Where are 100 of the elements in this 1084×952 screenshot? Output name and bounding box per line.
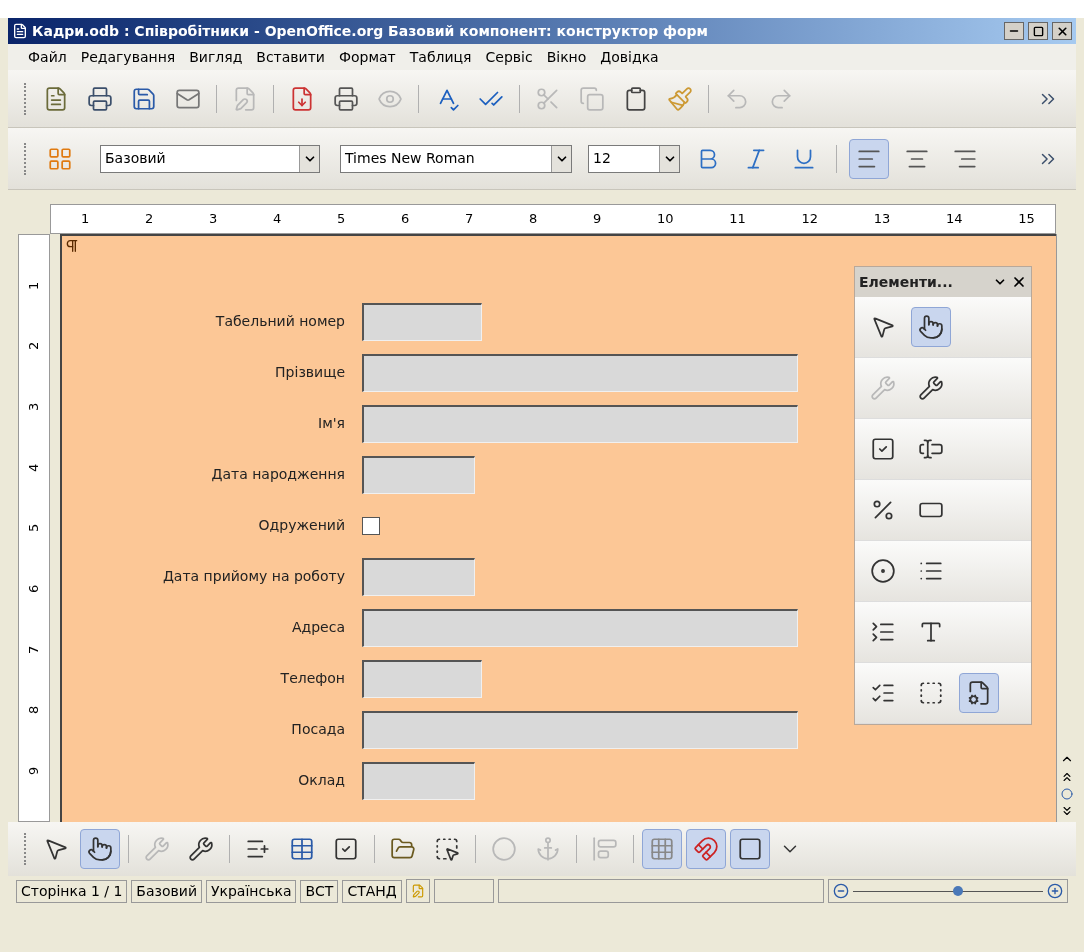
menu-item[interactable]: Вікно bbox=[546, 46, 587, 68]
ruler-number: 11 bbox=[729, 210, 746, 229]
close-icon bbox=[1011, 274, 1027, 290]
close-button[interactable] bbox=[1011, 274, 1027, 290]
ruler-number: 8 bbox=[25, 705, 43, 715]
zoom-out-icon bbox=[833, 883, 849, 899]
ruler-number: 12 bbox=[801, 210, 819, 229]
grid-icon bbox=[649, 836, 675, 862]
font-dropdown[interactable]: Times New Roman bbox=[340, 144, 572, 173]
panel-title: Елементи... bbox=[859, 272, 954, 292]
table-icon bbox=[289, 836, 315, 862]
checkbox[interactable] bbox=[362, 516, 380, 535]
menu-item[interactable]: Формат bbox=[338, 46, 396, 68]
field-label: Оклад bbox=[297, 771, 346, 790]
field-label: Ім'я bbox=[317, 414, 346, 433]
guides-icon bbox=[737, 836, 763, 862]
tools-icon bbox=[188, 836, 214, 862]
ruler-number: 6 bbox=[25, 584, 43, 593]
text-field[interactable] bbox=[362, 455, 475, 494]
field-label: Посада bbox=[290, 720, 346, 739]
status-field bbox=[433, 879, 494, 903]
ruler-number: 3 bbox=[209, 210, 218, 229]
size-dropdown[interactable]: 12 bbox=[588, 144, 680, 173]
style-dropdown[interactable]: Базовий bbox=[100, 144, 320, 173]
ruler-number: 4 bbox=[25, 463, 43, 472]
text-field[interactable] bbox=[362, 761, 475, 800]
copy-icon bbox=[579, 85, 605, 112]
activation-order-icon bbox=[333, 836, 359, 862]
form-navigator-button[interactable] bbox=[959, 673, 999, 713]
field-label: Телефон bbox=[279, 669, 346, 688]
open-folder-icon bbox=[390, 836, 416, 862]
text-field[interactable] bbox=[362, 353, 798, 392]
ruler-number: 1 bbox=[81, 210, 90, 229]
field-label: Прізвище bbox=[274, 363, 346, 382]
ruler-number: 1 bbox=[25, 281, 43, 290]
zoom-thumb[interactable] bbox=[952, 885, 963, 896]
text-field[interactable] bbox=[362, 659, 482, 698]
export-pdf-icon bbox=[289, 85, 315, 112]
maximize-button[interactable] bbox=[1028, 22, 1048, 40]
text-field[interactable] bbox=[362, 302, 482, 341]
menu-item[interactable]: Редагування bbox=[80, 46, 176, 68]
save-icon bbox=[131, 85, 157, 112]
insert-mode: ВСТ bbox=[300, 879, 339, 903]
ruler-number: 10 bbox=[657, 210, 674, 229]
select-area-icon bbox=[434, 836, 460, 862]
document-modified-icon bbox=[405, 879, 430, 903]
label-icon bbox=[918, 619, 944, 645]
ruler-number: 6 bbox=[401, 210, 410, 229]
design-mode-button[interactable] bbox=[911, 307, 951, 347]
snap-button[interactable] bbox=[686, 829, 726, 869]
menu-item[interactable]: Сервіс bbox=[485, 46, 533, 68]
edit-file-icon bbox=[232, 85, 258, 112]
ruler-number: 9 bbox=[25, 766, 43, 775]
tools-icon bbox=[918, 375, 944, 401]
menu-item[interactable]: Вигляд bbox=[189, 46, 243, 68]
new-document-icon bbox=[43, 85, 69, 112]
field-label: Адреса bbox=[290, 618, 346, 637]
text-box-icon bbox=[918, 436, 944, 462]
paste-icon bbox=[623, 85, 649, 112]
menu-item[interactable]: Довідка bbox=[600, 46, 659, 68]
design-mode-button[interactable] bbox=[80, 829, 120, 869]
document-icon bbox=[12, 23, 28, 39]
ruler-number: 2 bbox=[25, 341, 43, 351]
snap-icon bbox=[693, 836, 719, 862]
text-field[interactable] bbox=[362, 557, 475, 596]
form-navigator-icon bbox=[966, 680, 992, 706]
field-label: Одружений bbox=[257, 516, 346, 535]
anchor-icon bbox=[535, 836, 561, 862]
field-label: Дата прийому на роботу bbox=[161, 567, 346, 586]
wizard-icon bbox=[870, 375, 896, 401]
ruler-number: 13 bbox=[873, 210, 891, 229]
wizard-icon bbox=[144, 836, 170, 862]
printer-icon bbox=[87, 85, 113, 112]
combo-box-icon bbox=[870, 619, 896, 645]
ruler-number: 2 bbox=[145, 210, 154, 229]
ruler-number: 7 bbox=[465, 210, 474, 229]
zoom-slider[interactable] bbox=[828, 879, 1068, 903]
menu-item[interactable]: Таблиця bbox=[409, 46, 472, 68]
field-label: Дата народження bbox=[210, 465, 346, 484]
menu-item[interactable]: Файл bbox=[28, 46, 67, 68]
page-style: Базовий bbox=[131, 879, 202, 903]
menu-item[interactable]: Вставити bbox=[256, 46, 325, 68]
design-mode-icon bbox=[918, 314, 944, 340]
close-button[interactable] bbox=[1052, 22, 1072, 40]
field-label: Табельний номер bbox=[214, 312, 346, 331]
text-field[interactable] bbox=[362, 710, 798, 749]
ruler-number: 7 bbox=[25, 645, 43, 654]
maximize-icon bbox=[1032, 25, 1044, 37]
page-indicator: Сторінка 1 / 1 bbox=[16, 879, 128, 903]
minimize-button[interactable] bbox=[1004, 22, 1024, 40]
guides-button[interactable] bbox=[730, 829, 770, 869]
text-field[interactable] bbox=[362, 404, 798, 443]
align-button[interactable] bbox=[849, 138, 889, 179]
design-mode-icon bbox=[87, 836, 113, 862]
selection-mode: СТАНД bbox=[342, 879, 402, 903]
ruler-number: 3 bbox=[25, 402, 43, 411]
ruler-number: 9 bbox=[593, 210, 602, 229]
brush-icon bbox=[667, 85, 693, 112]
text-field[interactable] bbox=[362, 608, 798, 647]
checkbox-icon bbox=[870, 436, 896, 462]
